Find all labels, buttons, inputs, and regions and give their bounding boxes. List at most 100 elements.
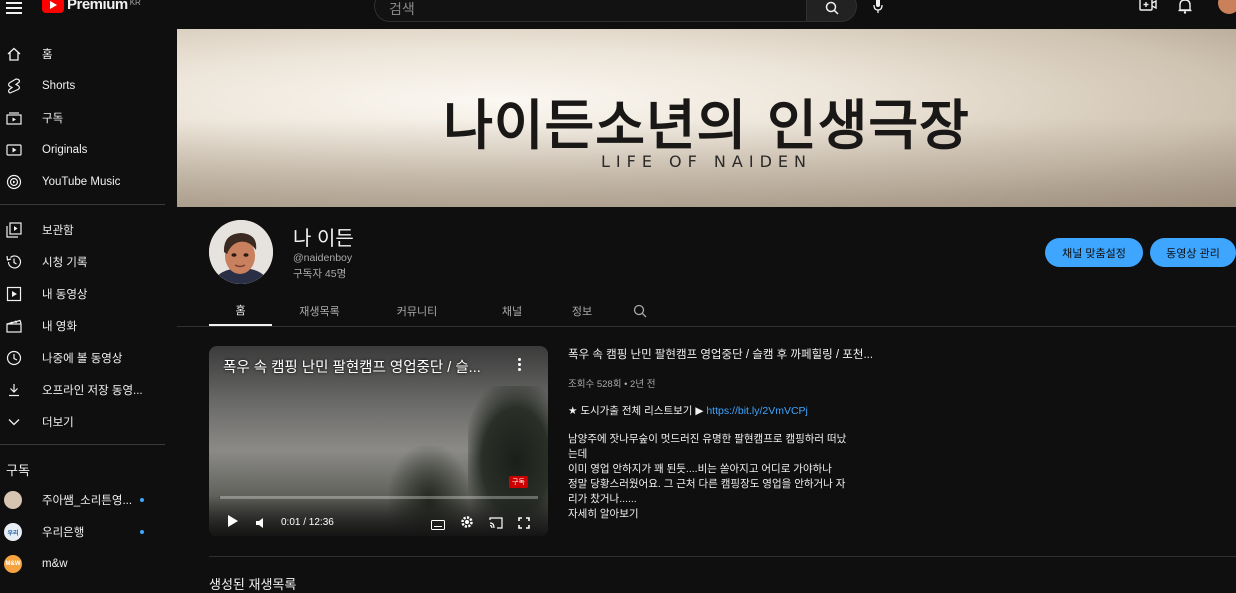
tab-home[interactable]: 홈	[209, 296, 272, 326]
description-line: 남양주에 잣나무숲이 멋드러진 유명한 팔현캠프로 캠핑하러 떠났	[568, 433, 847, 445]
settings-gear-icon[interactable]	[460, 515, 474, 534]
sidebar-item-label: 우리은행	[42, 527, 85, 539]
sidebar-item-label: 홈	[42, 49, 53, 61]
fullscreen-icon[interactable]	[518, 516, 530, 534]
tab-playlists[interactable]: 재생목록	[272, 296, 367, 326]
description-body: 남양주에 잣나무숲이 멋드러진 유명한 팔현캠프로 캠핑하러 떠났 는데 이미 …	[568, 432, 890, 522]
new-content-dot	[140, 498, 144, 502]
sidebar-item-label: Shorts	[42, 80, 76, 92]
home-icon	[6, 46, 22, 62]
sidebar-item-originals[interactable]: Originals	[0, 134, 165, 166]
sidebar-item-subscriptions[interactable]: 구독	[0, 102, 165, 134]
progress-fill	[219, 496, 220, 499]
sidebar-subscription-item[interactable]: 우리 우리은행	[0, 516, 165, 548]
sidebar-item-label: 주아쌤_소리튼영...	[42, 495, 133, 507]
link-prefix: ★ 도시가출 전체 리스트보기 ▶	[568, 405, 707, 417]
channel-avatar: M&W	[4, 555, 22, 573]
sidebar-item-youtube-music[interactable]: YouTube Music	[0, 166, 165, 198]
sidebar-item-downloads[interactable]: 오프라인 저장 동영...	[0, 374, 165, 406]
channel-avatar: 우리	[4, 523, 22, 541]
channel-tabs: 홈 재생목록 커뮤니티 채널 정보	[209, 296, 673, 326]
subscriber-count: 구독자 45명	[293, 268, 347, 280]
history-icon	[6, 254, 22, 270]
tab-channels[interactable]: 채널	[467, 296, 557, 326]
sidebar-item-label: 더보기	[42, 417, 74, 429]
playlist-link[interactable]: https://bit.ly/2VmVCPj	[706, 405, 808, 417]
sidebar-item-library[interactable]: 보관함	[0, 214, 165, 246]
channel-avatar-large[interactable]	[209, 220, 273, 284]
youtube-premium-logo[interactable]: Premium KR	[42, 0, 141, 13]
description-line: 리가 찼거나......	[568, 493, 637, 505]
search-icon	[633, 304, 647, 318]
manage-videos-button[interactable]: 동영상 관리	[1150, 238, 1236, 267]
sidebar-item-shorts[interactable]: Shorts	[0, 70, 165, 102]
channel-handle: @naidenboy	[293, 252, 353, 264]
sidebar-item-watch-later[interactable]: 나중에 볼 동영상	[0, 342, 165, 374]
section-title: 생성된 재생목록	[209, 577, 297, 592]
music-icon	[6, 174, 22, 190]
logo-text: Premium	[67, 0, 128, 13]
mic-icon[interactable]	[872, 0, 884, 19]
library-icon	[6, 222, 22, 238]
section-divider	[209, 556, 1236, 557]
logo-country: KR	[129, 0, 141, 7]
description-line: 는데	[568, 448, 588, 460]
search-icon	[825, 1, 839, 15]
sidebar-item-my-videos[interactable]: 내 동영상	[0, 278, 165, 310]
featured-video-description: 폭우 속 캠핑 난민 팔현캠프 영업중단 / 슬캠 후 까페힐링 / 포천...…	[568, 346, 890, 522]
youtube-logo-icon	[42, 0, 64, 13]
avatar-illustration	[209, 220, 273, 284]
tab-community[interactable]: 커뮤니티	[367, 296, 467, 326]
sidebar-item-label: 오프라인 저장 동영...	[42, 385, 143, 397]
cast-icon[interactable]	[489, 516, 503, 534]
sidebar-item-label: m&w	[42, 558, 68, 570]
tabs-divider	[177, 326, 1236, 327]
sidebar: 홈 Shorts 구독 Originals YouTube Music 보관함 …	[0, 38, 165, 580]
sidebar-item-show-more[interactable]: 더보기	[0, 406, 165, 438]
account-avatar[interactable]	[1218, 0, 1236, 14]
video-time: 0:01 / 12:36	[281, 517, 334, 528]
video-progress-bar[interactable]	[219, 496, 538, 499]
description-line: 정말 당황스러웠어요. 그 근처 다른 캠핑장도 영업을 안하거나 자	[568, 478, 846, 490]
customize-channel-button[interactable]: 채널 맞춤설정	[1045, 238, 1143, 267]
sidebar-item-history[interactable]: 시청 기록	[0, 246, 165, 278]
featured-video-player[interactable]: 폭우 속 캠핑 난민 팔현캠프 영업중단 / 슬... 구독 0:01 / 12…	[209, 346, 548, 536]
movies-icon	[6, 318, 22, 334]
captions-icon[interactable]	[431, 517, 445, 535]
video-meta: 조회수 528회 • 2년 전	[568, 379, 656, 390]
channel-avatar	[4, 491, 22, 509]
sidebar-item-label: 나중에 볼 동영상	[42, 353, 123, 365]
video-overlay-title[interactable]: 폭우 속 캠핑 난민 팔현캠프 영업중단 / 슬...	[223, 356, 503, 377]
sidebar-item-label: 내 동영상	[42, 289, 88, 301]
tab-search[interactable]	[607, 296, 673, 326]
playlist-link-line: ★ 도시가출 전체 리스트보기 ▶ https://bit.ly/2VmVCPj	[568, 403, 890, 418]
sidebar-item-movies[interactable]: 내 영화	[0, 310, 165, 342]
search-button[interactable]	[806, 0, 857, 22]
sidebar-subscription-item[interactable]: 주아쌤_소리튼영...	[0, 484, 165, 516]
create-video-icon[interactable]	[1139, 0, 1157, 17]
sidebar-item-home[interactable]: 홈	[0, 38, 165, 70]
chevron-down-icon	[6, 414, 22, 430]
tab-about[interactable]: 정보	[557, 296, 607, 326]
play-icon[interactable]	[227, 514, 239, 533]
channel-banner: 나이든소년의 인생극장 LIFE OF NAIDEN	[177, 29, 1236, 207]
sidebar-subscription-item[interactable]: M&W m&w	[0, 548, 165, 580]
my-videos-icon	[6, 286, 22, 302]
sidebar-divider	[0, 204, 165, 205]
sidebar-item-label: Originals	[42, 144, 88, 156]
more-options-icon[interactable]	[518, 358, 522, 373]
originals-icon	[6, 142, 22, 158]
subscribe-watermark[interactable]: 구독	[509, 476, 528, 488]
read-more-link[interactable]: 자세히 알아보기	[568, 507, 890, 522]
subscriptions-heading: 구독	[6, 462, 30, 478]
channel-name: 나 이든	[293, 228, 354, 250]
volume-icon[interactable]	[255, 516, 267, 534]
hamburger-menu-icon[interactable]	[6, 0, 22, 14]
featured-video-title[interactable]: 폭우 속 캠핑 난민 팔현캠프 영업중단 / 슬캠 후 까페힐링 / 포천...	[568, 346, 890, 362]
sidebar-item-label: 보관함	[42, 225, 74, 237]
notifications-bell-icon[interactable]	[1178, 0, 1192, 19]
banner-title: 나이든소년의 인생극장	[443, 93, 970, 157]
sidebar-item-label: 내 영화	[42, 321, 77, 333]
sidebar-divider	[0, 444, 165, 445]
search-input[interactable]: 검색	[374, 0, 807, 22]
